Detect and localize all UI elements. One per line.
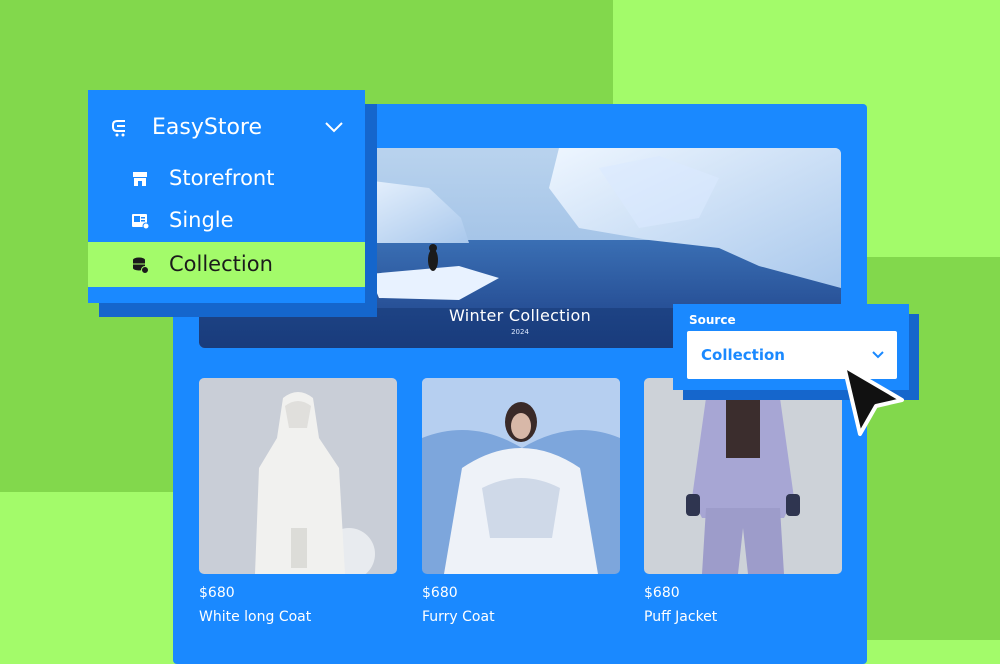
- chevron-down-icon: [872, 351, 884, 359]
- menu-header[interactable]: EasyStore: [88, 90, 365, 166]
- menu-item-storefront[interactable]: Storefront: [88, 158, 365, 200]
- mouse-cursor-icon: [842, 364, 904, 436]
- product-name[interactable]: White long Coat: [199, 609, 397, 625]
- menu-item-label: Storefront: [169, 166, 275, 190]
- single-product-icon: [132, 214, 150, 230]
- menu-item-label: Single: [169, 208, 234, 232]
- product-image: [199, 378, 397, 574]
- product-card-white-coat[interactable]: $680 White long Coat: [199, 378, 397, 625]
- product-card-puff-jacket[interactable]: $680 Puff Jacket: [644, 378, 842, 625]
- collection-icon: [133, 257, 149, 274]
- product-price: $680: [644, 585, 680, 601]
- brand-name: EasyStore: [152, 115, 263, 140]
- menu-item-single[interactable]: Single: [88, 200, 365, 242]
- product-price: $680: [199, 585, 235, 601]
- product-name[interactable]: Puff Jacket: [644, 609, 842, 625]
- source-selected-value: Collection: [701, 346, 785, 364]
- menu-item-label: Collection: [169, 252, 273, 276]
- product-image: [644, 378, 842, 574]
- menu-item-collection[interactable]: Collection: [88, 242, 365, 287]
- product-price: $680: [422, 585, 458, 601]
- storefront-icon: [133, 172, 147, 186]
- easystore-menu: EasyStore Storefront Single Collection: [88, 90, 365, 303]
- product-image: [422, 378, 620, 574]
- source-label: Source: [689, 313, 736, 327]
- product-name[interactable]: Furry Coat: [422, 609, 620, 625]
- cart-icon: [112, 120, 125, 137]
- product-card-furry-coat[interactable]: $680 Furry Coat: [422, 378, 620, 625]
- chevron-down-icon[interactable]: [324, 119, 344, 135]
